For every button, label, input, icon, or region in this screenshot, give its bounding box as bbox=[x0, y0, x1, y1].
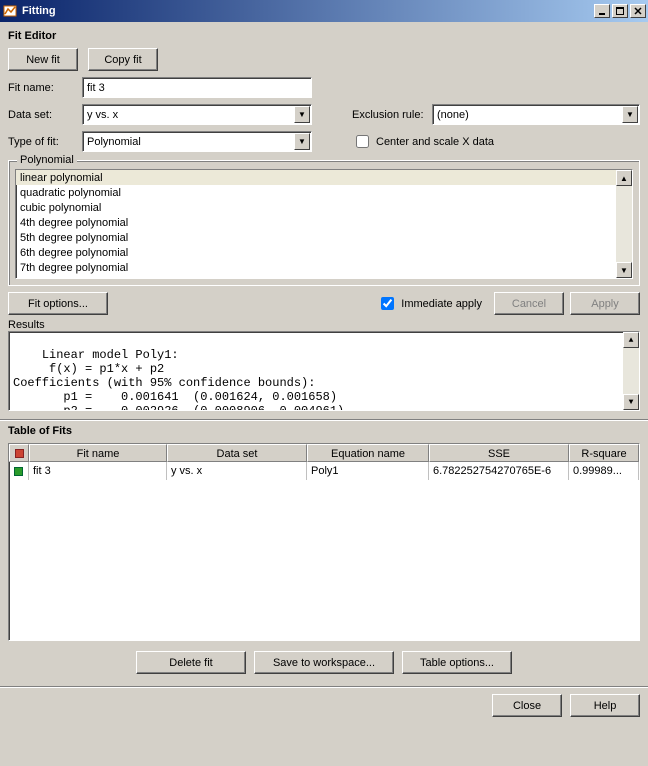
table-options-button[interactable]: Table options... bbox=[402, 651, 512, 674]
polynomial-option[interactable]: cubic polynomial bbox=[16, 200, 616, 215]
titlebar: Fitting bbox=[0, 0, 648, 22]
center-scale-checkbox-input[interactable] bbox=[356, 135, 369, 148]
data-set-select[interactable]: ▼ bbox=[82, 104, 312, 125]
col-r-square[interactable]: R-square bbox=[569, 444, 639, 462]
results-label: Results bbox=[8, 319, 640, 331]
chevron-down-icon: ▼ bbox=[622, 106, 638, 123]
fits-table-body: fit 3y vs. xPoly16.782252754270765E-60.9… bbox=[9, 462, 639, 480]
close-window-button[interactable] bbox=[630, 4, 646, 18]
cell-equation: Poly1 bbox=[307, 462, 429, 480]
help-button[interactable]: Help bbox=[570, 694, 640, 717]
col-data-set[interactable]: Data set bbox=[167, 444, 307, 462]
scroll-down-icon[interactable]: ▼ bbox=[623, 394, 639, 410]
chevron-down-icon: ▼ bbox=[294, 133, 310, 150]
type-of-fit-label: Type of fit: bbox=[8, 136, 82, 148]
polynomial-option[interactable]: linear polynomial bbox=[16, 170, 616, 185]
results-textarea[interactable]: Linear model Poly1: f(x) = p1*x + p2 Coe… bbox=[8, 331, 640, 411]
scroll-up-icon[interactable]: ▲ bbox=[623, 332, 639, 348]
exclusion-rule-label: Exclusion rule: bbox=[352, 109, 432, 121]
fits-table-header-icon[interactable] bbox=[9, 444, 29, 462]
chevron-down-icon: ▼ bbox=[294, 106, 310, 123]
cancel-button: Cancel bbox=[494, 292, 564, 315]
polynomial-group: Polynomial linear polynomialquadratic po… bbox=[8, 160, 640, 286]
polynomial-option[interactable]: quadratic polynomial bbox=[16, 185, 616, 200]
col-fit-name[interactable]: Fit name bbox=[29, 444, 167, 462]
window-title: Fitting bbox=[22, 5, 592, 17]
save-to-workspace-button[interactable]: Save to workspace... bbox=[254, 651, 394, 674]
cell-fit-name: fit 3 bbox=[29, 462, 167, 480]
app-icon bbox=[2, 3, 18, 19]
data-set-label: Data set: bbox=[8, 109, 82, 121]
scroll-down-icon[interactable]: ▼ bbox=[616, 262, 632, 278]
table-of-fits-heading: Table of Fits bbox=[8, 425, 640, 437]
apply-button: Apply bbox=[570, 292, 640, 315]
col-sse[interactable]: SSE bbox=[429, 444, 569, 462]
cell-sse: 6.782252754270765E-6 bbox=[429, 462, 569, 480]
status-header-icon bbox=[15, 449, 24, 458]
minimize-button[interactable] bbox=[594, 4, 610, 18]
fit-name-input[interactable] bbox=[82, 77, 312, 98]
copy-fit-button[interactable]: Copy fit bbox=[88, 48, 158, 71]
col-equation-name[interactable]: Equation name bbox=[307, 444, 429, 462]
fit-editor-heading: Fit Editor bbox=[8, 30, 640, 42]
scroll-up-icon[interactable]: ▲ bbox=[616, 170, 632, 186]
new-fit-button[interactable]: New fit bbox=[8, 48, 78, 71]
maximize-button[interactable] bbox=[612, 4, 628, 18]
cell-data-set: y vs. x bbox=[167, 462, 307, 480]
fit-options-button[interactable]: Fit options... bbox=[8, 292, 108, 315]
center-scale-checkbox[interactable]: Center and scale X data bbox=[352, 132, 494, 151]
fit-name-label: Fit name: bbox=[8, 82, 82, 94]
type-of-fit-select[interactable]: ▼ bbox=[82, 131, 312, 152]
polynomial-option[interactable]: 7th degree polynomial bbox=[16, 260, 616, 275]
close-button[interactable]: Close bbox=[492, 694, 562, 717]
center-scale-label: Center and scale X data bbox=[376, 136, 494, 148]
immediate-apply-label: Immediate apply bbox=[401, 298, 482, 310]
immediate-apply-checkbox-input[interactable] bbox=[381, 297, 394, 310]
exclusion-rule-select[interactable]: ▼ bbox=[432, 104, 640, 125]
polynomial-listbox[interactable]: linear polynomialquadratic polynomialcub… bbox=[15, 169, 633, 279]
listbox-scrollbar[interactable]: ▲ ▼ bbox=[616, 170, 632, 278]
immediate-apply-checkbox[interactable]: Immediate apply bbox=[377, 294, 482, 313]
polynomial-option[interactable]: 5th degree polynomial bbox=[16, 230, 616, 245]
fits-table: Fit name Data set Equation name SSE R-sq… bbox=[8, 443, 640, 641]
polynomial-legend: Polynomial bbox=[17, 154, 77, 166]
results-scrollbar[interactable]: ▲ ▼ bbox=[623, 332, 639, 410]
delete-fit-button[interactable]: Delete fit bbox=[136, 651, 246, 674]
table-row[interactable]: fit 3y vs. xPoly16.782252754270765E-60.9… bbox=[9, 462, 639, 480]
status-icon bbox=[14, 467, 23, 476]
results-text: Linear model Poly1: f(x) = p1*x + p2 Coe… bbox=[13, 348, 344, 411]
fits-table-header: Fit name Data set Equation name SSE R-sq… bbox=[9, 444, 639, 462]
polynomial-option[interactable]: 6th degree polynomial bbox=[16, 245, 616, 260]
polynomial-option[interactable]: 4th degree polynomial bbox=[16, 215, 616, 230]
cell-rsquare: 0.99989... bbox=[569, 462, 639, 480]
